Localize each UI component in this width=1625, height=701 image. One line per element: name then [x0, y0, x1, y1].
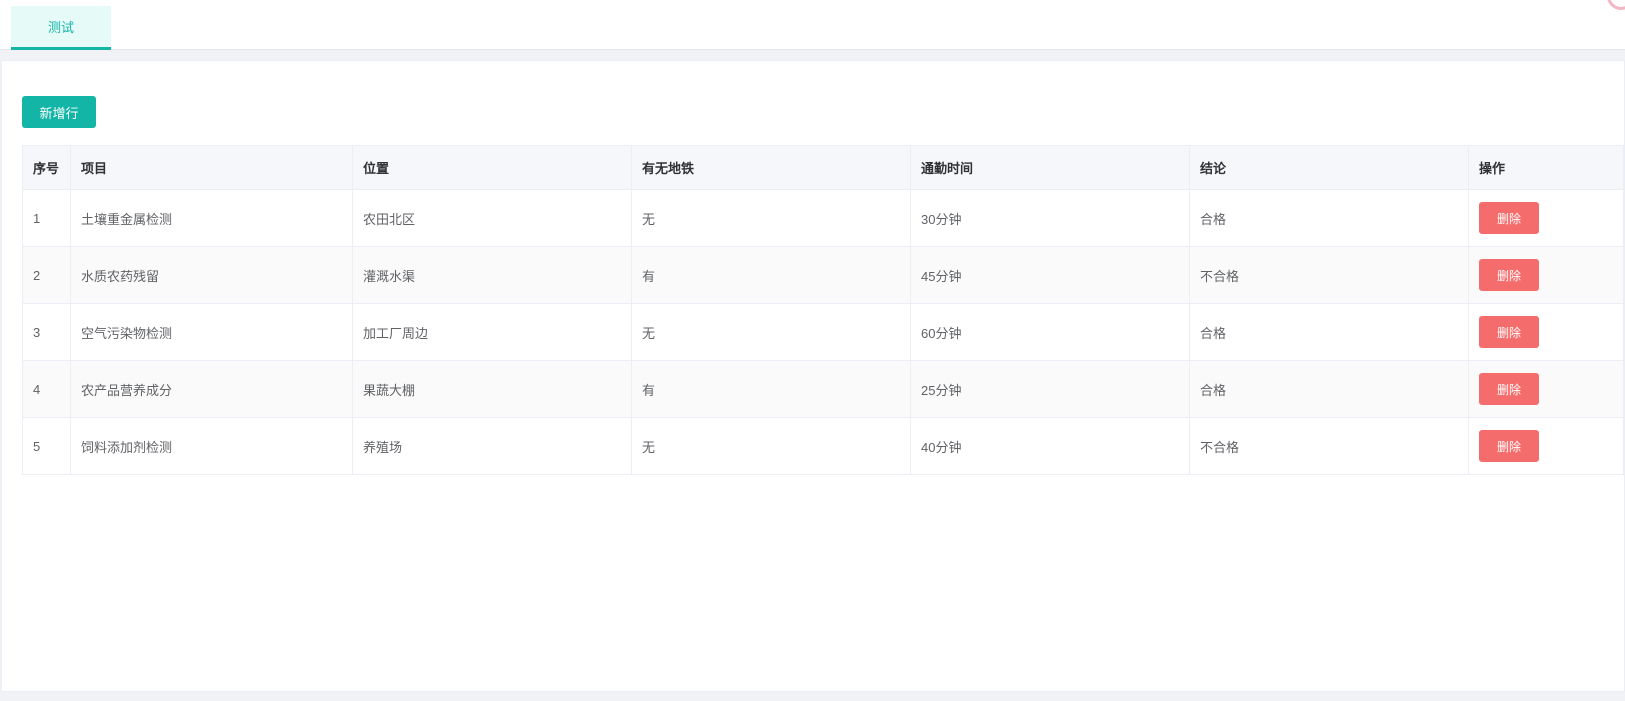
column-header-conclusion: 结论 — [1189, 145, 1469, 190]
table-row: 4 农产品营养成分 果蔬大棚 有 25分钟 合格 删除 — [22, 360, 1624, 418]
cell-action: 删除 — [1468, 246, 1624, 304]
column-header-subway: 有无地铁 — [631, 145, 911, 190]
cell-location: 加工厂周边 — [352, 303, 632, 361]
floating-badge-icon[interactable] — [1607, 0, 1625, 10]
cell-action: 删除 — [1468, 360, 1624, 418]
cell-index: 5 — [22, 417, 71, 475]
cell-commute: 25分钟 — [910, 360, 1190, 418]
cell-item: 饲料添加剂检测 — [70, 417, 353, 475]
table-header-row: 序号 项目 位置 有无地铁 通勤时间 结论 操作 — [22, 145, 1624, 190]
cell-commute: 45分钟 — [910, 246, 1190, 304]
cell-subway: 无 — [631, 189, 911, 247]
cell-subway: 无 — [631, 417, 911, 475]
column-header-action: 操作 — [1468, 145, 1624, 190]
table-row: 2 水质农药残留 灌溉水渠 有 45分钟 不合格 删除 — [22, 246, 1624, 304]
add-row-button[interactable]: 新增行 — [22, 96, 96, 128]
column-header-item: 项目 — [70, 145, 353, 190]
cell-item: 土壤重金属检测 — [70, 189, 353, 247]
delete-button[interactable]: 删除 — [1479, 259, 1539, 291]
tab-bar: 测试 — [0, 0, 1625, 50]
main-panel: 新增行 序号 项目 位置 有无地铁 通勤时间 结论 操作 1 土壤重金属检测 农… — [1, 60, 1625, 692]
table-row: 3 空气污染物检测 加工厂周边 无 60分钟 合格 删除 — [22, 303, 1624, 361]
cell-conclusion: 不合格 — [1189, 246, 1469, 304]
table-row: 5 饲料添加剂检测 养殖场 无 40分钟 不合格 删除 — [22, 417, 1624, 475]
cell-action: 删除 — [1468, 417, 1624, 475]
cell-index: 2 — [22, 246, 71, 304]
column-header-index: 序号 — [22, 145, 71, 190]
cell-item: 农产品营养成分 — [70, 360, 353, 418]
cell-subway: 无 — [631, 303, 911, 361]
tab-test[interactable]: 测试 — [11, 6, 111, 50]
cell-index: 4 — [22, 360, 71, 418]
table-row: 1 土壤重金属检测 农田北区 无 30分钟 合格 删除 — [22, 189, 1624, 247]
cell-location: 养殖场 — [352, 417, 632, 475]
delete-button[interactable]: 删除 — [1479, 373, 1539, 405]
cell-location: 灌溉水渠 — [352, 246, 632, 304]
delete-button[interactable]: 删除 — [1479, 316, 1539, 348]
column-header-commute: 通勤时间 — [910, 145, 1190, 190]
cell-item: 空气污染物检测 — [70, 303, 353, 361]
cell-commute: 60分钟 — [910, 303, 1190, 361]
cell-commute: 40分钟 — [910, 417, 1190, 475]
cell-commute: 30分钟 — [910, 189, 1190, 247]
data-table: 序号 项目 位置 有无地铁 通勤时间 结论 操作 1 土壤重金属检测 农田北区 … — [22, 145, 1624, 475]
cell-index: 3 — [22, 303, 71, 361]
cell-subway: 有 — [631, 246, 911, 304]
cell-location: 农田北区 — [352, 189, 632, 247]
cell-index: 1 — [22, 189, 71, 247]
cell-conclusion: 合格 — [1189, 189, 1469, 247]
column-header-location: 位置 — [352, 145, 632, 190]
cell-conclusion: 合格 — [1189, 360, 1469, 418]
cell-conclusion: 不合格 — [1189, 417, 1469, 475]
cell-item: 水质农药残留 — [70, 246, 353, 304]
cell-location: 果蔬大棚 — [352, 360, 632, 418]
cell-action: 删除 — [1468, 303, 1624, 361]
delete-button[interactable]: 删除 — [1479, 430, 1539, 462]
cell-conclusion: 合格 — [1189, 303, 1469, 361]
delete-button[interactable]: 删除 — [1479, 202, 1539, 234]
cell-action: 删除 — [1468, 189, 1624, 247]
cell-subway: 有 — [631, 360, 911, 418]
